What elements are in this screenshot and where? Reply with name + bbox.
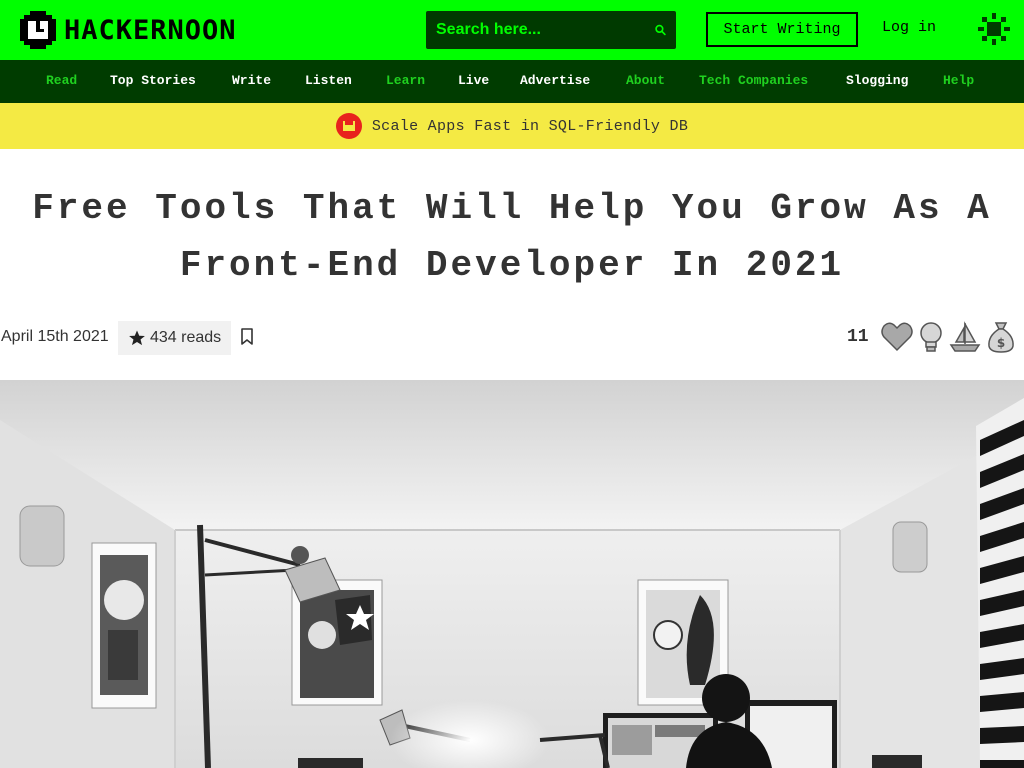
promo-banner[interactable]: Scale Apps Fast in SQL-Friendly DB [0, 103, 1024, 149]
nav-item-advertise[interactable]: Advertise [520, 73, 590, 88]
heart-icon[interactable] [880, 320, 914, 354]
nav-item-listen[interactable]: Listen [305, 73, 352, 88]
nav-item-slogging[interactable]: Slogging [846, 73, 908, 88]
bookmark-icon[interactable] [240, 328, 254, 346]
hackernoon-logo-icon [20, 11, 56, 49]
money-bag-icon[interactable]: $ [984, 320, 1018, 354]
cockroach-db-icon [335, 113, 362, 139]
reads-count: 434 reads [150, 329, 222, 346]
publish-date: April 15th 2021 [1, 328, 109, 345]
promo-text: Scale Apps Fast in SQL-Friendly DB [371, 117, 689, 135]
nav-item-about[interactable]: About [626, 73, 665, 88]
nav-item-learn[interactable]: Learn [386, 73, 425, 88]
article-title-line-2: Front-End Developer In 2021 [179, 245, 845, 286]
start-writing-button[interactable]: Start Writing [706, 12, 858, 47]
article-title-line-1: Free Tools That Will Help You Grow As A [32, 188, 992, 229]
search-input[interactable] [436, 21, 655, 39]
nav-item-read[interactable]: Read [46, 73, 77, 88]
search-icon[interactable] [655, 20, 666, 40]
nav-item-live[interactable]: Live [458, 73, 489, 88]
search-box[interactable] [426, 11, 676, 49]
reaction-count: 11 [847, 327, 869, 347]
lightbulb-icon[interactable] [914, 320, 948, 354]
nav-item-write[interactable]: Write [232, 73, 271, 88]
sun-icon[interactable] [978, 13, 1010, 45]
login-link[interactable]: Log in [882, 19, 936, 36]
nav-item-help[interactable]: Help [943, 73, 974, 88]
nav-item-top-stories[interactable]: Top Stories [110, 73, 196, 88]
article-title: Free Tools That Will Help You Grow As A … [0, 180, 1024, 294]
reads-badge: 434 reads [118, 321, 232, 355]
nav-bar: Read Top Stories Write Listen Learn Live… [0, 60, 1024, 103]
nav-item-tech-companies[interactable]: Tech Companies [699, 73, 808, 88]
hero-image [0, 380, 1024, 768]
top-bar: HACKERNOON Start Writing Log in [0, 0, 1024, 60]
logo[interactable]: HACKERNOON [20, 10, 237, 50]
svg-text:$: $ [997, 336, 1005, 350]
office-desk-photo [0, 380, 1024, 768]
logo-text: HACKERNOON [64, 14, 237, 46]
boat-icon[interactable] [948, 320, 982, 354]
star-icon [129, 330, 145, 346]
window-blinds [976, 398, 1024, 768]
